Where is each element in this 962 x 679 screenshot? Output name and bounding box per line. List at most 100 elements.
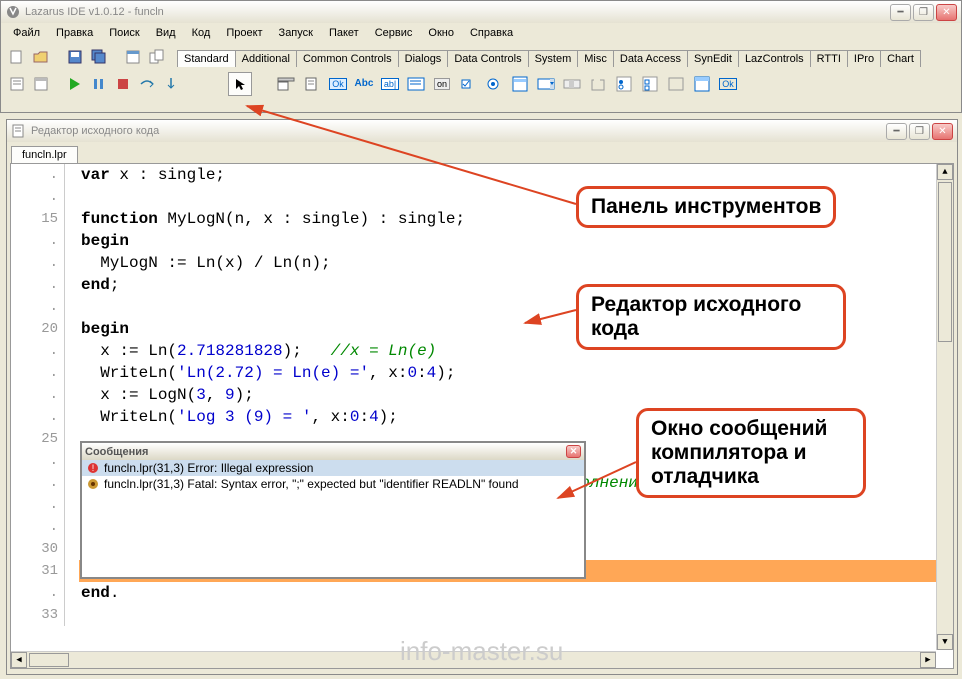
restore-button[interactable]: ❐: [913, 4, 934, 21]
palette-tab[interactable]: RTTI: [810, 50, 848, 67]
code-line[interactable]: .end.: [11, 582, 953, 604]
line-number: .: [11, 362, 65, 384]
code-line[interactable]: 33: [11, 604, 953, 626]
editor-file-tabs: funcln.lpr: [7, 142, 957, 163]
palette-tab[interactable]: LazControls: [738, 50, 811, 67]
palette-actionlist-icon[interactable]: Ok: [716, 72, 740, 96]
palette-tab[interactable]: Chart: [880, 50, 921, 67]
pause-button[interactable]: [88, 73, 110, 95]
palette-checkgroup-icon[interactable]: [638, 72, 662, 96]
editor-vertical-scrollbar[interactable]: ▲ ▼: [936, 164, 953, 650]
palette-tab[interactable]: Additional: [235, 50, 297, 67]
toggle-form-button[interactable]: [146, 46, 168, 68]
new-form-button[interactable]: [122, 46, 144, 68]
code-line[interactable]: . x := LogN(3, 9);: [11, 384, 953, 406]
palette-radio-icon[interactable]: [482, 72, 506, 96]
menu-item[interactable]: Правка: [48, 26, 101, 40]
palette-tab[interactable]: System: [528, 50, 579, 67]
component-palette-tabs: StandardAdditionalCommon ControlsDialogs…: [177, 46, 920, 67]
step-into-button[interactable]: [160, 73, 182, 95]
toolbar-row-2: Ok Abc ab| on Ok: [1, 70, 961, 97]
line-number: .: [11, 274, 65, 296]
menu-item[interactable]: Проект: [218, 26, 270, 40]
svg-text:!: !: [92, 463, 95, 473]
palette-tab[interactable]: Common Controls: [296, 50, 399, 67]
line-number: .: [11, 450, 65, 472]
palette-tab[interactable]: SynEdit: [687, 50, 739, 67]
line-number: .: [11, 582, 65, 604]
code-line[interactable]: . WriteLn('Ln(2.72) = Ln(e) =', x:0:4);: [11, 362, 953, 384]
palette-panel-icon[interactable]: [664, 72, 688, 96]
menu-item[interactable]: Файл: [5, 26, 48, 40]
step-over-button[interactable]: [136, 73, 158, 95]
new-unit-button[interactable]: [6, 46, 28, 68]
menu-item[interactable]: Окно: [420, 26, 462, 40]
run-button[interactable]: [64, 73, 86, 95]
palette-edit-icon[interactable]: ab|: [378, 72, 402, 96]
line-number: 31: [11, 560, 65, 582]
menu-item[interactable]: Пакет: [321, 26, 367, 40]
palette-memo-icon[interactable]: [404, 72, 428, 96]
messages-close-button[interactable]: ✕: [566, 445, 581, 458]
palette-combobox-icon[interactable]: [534, 72, 558, 96]
line-number: .: [11, 384, 65, 406]
line-number: .: [11, 494, 65, 516]
message-line[interactable]: !funcln.lpr(31,3) Error: Illegal express…: [82, 460, 584, 476]
palette-cursor-icon[interactable]: [228, 72, 252, 96]
message-line[interactable]: funcln.lpr(31,3) Fatal: Syntax error, ";…: [82, 476, 584, 492]
editor-close-button[interactable]: ✕: [932, 123, 953, 140]
callout-editor: Редактор исходного кода: [576, 284, 846, 350]
palette-mainmenu-icon[interactable]: [274, 72, 298, 96]
palette-checkbox-icon[interactable]: [456, 72, 480, 96]
line-number: .: [11, 230, 65, 252]
menu-item[interactable]: Код: [184, 26, 219, 40]
menu-item[interactable]: Запуск: [271, 26, 321, 40]
palette-tab[interactable]: Dialogs: [398, 50, 449, 67]
palette-popupmenu-icon[interactable]: [300, 72, 324, 96]
fatal-icon: [86, 477, 100, 491]
palette-togglebox-icon[interactable]: on: [430, 72, 454, 96]
message-text: funcln.lpr(31,3) Fatal: Syntax error, ";…: [104, 477, 519, 491]
messages-title: Сообщения: [85, 446, 148, 458]
palette-tab[interactable]: Data Access: [613, 50, 688, 67]
code-line[interactable]: .begin: [11, 230, 953, 252]
file-tab[interactable]: funcln.lpr: [11, 146, 78, 163]
palette-tab[interactable]: Data Controls: [447, 50, 528, 67]
editor-titlebar: Редактор исходного кода ━ ❐ ✕: [7, 120, 957, 142]
code-line[interactable]: . MyLogN := Ln(x) / Ln(n);: [11, 252, 953, 274]
view-units-button[interactable]: [6, 73, 28, 95]
palette-groupbox-icon[interactable]: [586, 72, 610, 96]
palette-scrollbar-icon[interactable]: [560, 72, 584, 96]
close-button[interactable]: ✕: [936, 4, 957, 21]
callout-messages: Окно сообщений компилятора и отладчика: [636, 408, 866, 498]
save-all-button[interactable]: [88, 46, 110, 68]
save-button[interactable]: [64, 46, 86, 68]
palette-tab[interactable]: Misc: [577, 50, 614, 67]
palette-button-icon[interactable]: Ok: [326, 72, 350, 96]
open-button[interactable]: [30, 46, 52, 68]
palette-label-icon[interactable]: Abc: [352, 72, 376, 96]
minimize-button[interactable]: ━: [890, 4, 911, 21]
callout-editor-text: Редактор исходного кода: [591, 293, 801, 340]
palette-tab[interactable]: Standard: [177, 50, 236, 67]
view-forms-button[interactable]: [30, 73, 52, 95]
callout-toolbar-text: Панель инструментов: [591, 195, 821, 218]
editor-restore-button[interactable]: ❐: [909, 123, 930, 140]
palette-tab[interactable]: IPro: [847, 50, 881, 67]
messages-list[interactable]: !funcln.lpr(31,3) Error: Illegal express…: [82, 460, 584, 577]
menu-item[interactable]: Сервис: [367, 26, 421, 40]
palette-frame-icon[interactable]: [690, 72, 714, 96]
palette-listbox-icon[interactable]: [508, 72, 532, 96]
callout-toolbar: Панель инструментов: [576, 186, 836, 228]
menu-item[interactable]: Вид: [148, 26, 184, 40]
palette-radiogroup-icon[interactable]: [612, 72, 636, 96]
line-number: 33: [11, 604, 65, 626]
stop-button[interactable]: [112, 73, 134, 95]
editor-minimize-button[interactable]: ━: [886, 123, 907, 140]
menu-item[interactable]: Справка: [462, 26, 521, 40]
component-palette-icons: Ok Abc ab| on Ok: [219, 72, 741, 96]
menu-item[interactable]: Поиск: [101, 26, 147, 40]
messages-window: Сообщения ✕ !funcln.lpr(31,3) Error: Ill…: [80, 441, 586, 579]
code-line[interactable]: .var x : single;: [11, 164, 953, 186]
line-number: .: [11, 186, 65, 208]
